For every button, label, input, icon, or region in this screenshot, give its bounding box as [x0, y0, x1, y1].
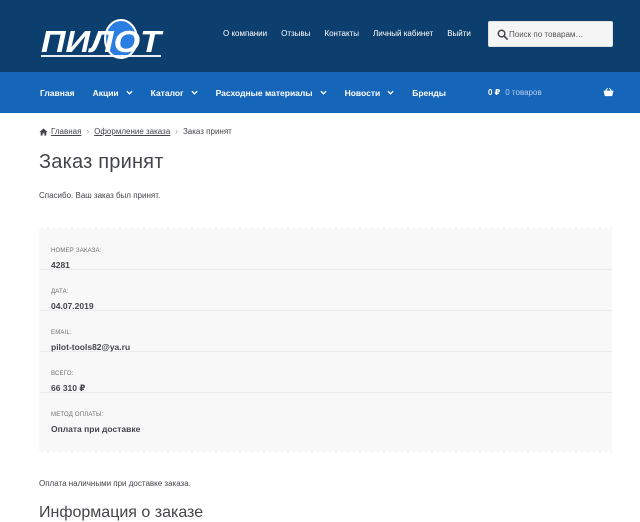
- nav-item-label: Акции: [92, 87, 119, 98]
- order-info-heading: Информация о заказе: [39, 504, 204, 521]
- top-nav-contacts[interactable]: Контакты: [317, 28, 366, 40]
- order-date-value: 04.07.2019: [51, 301, 94, 311]
- home-icon: [39, 127, 48, 136]
- main-nav: Главная Акции Каталог Расходные материал…: [0, 72, 640, 113]
- page-title: Заказ принят: [39, 151, 164, 173]
- order-total-label: Всего:: [51, 371, 74, 377]
- chevron-down-icon: [319, 90, 327, 95]
- cart-total: 0 ₽: [488, 88, 501, 97]
- top-nav-about[interactable]: О компании: [216, 28, 274, 40]
- top-nav-account[interactable]: Личный кабинет: [366, 28, 440, 40]
- zigzag-border: [39, 450, 612, 454]
- payment-note: Оплата наличными при доставке заказа.: [39, 479, 191, 488]
- nav-item-brands[interactable]: Бренды: [403, 72, 455, 113]
- order-overview: Номер заказа: 4281 Дата: 04.07.2019 Emai…: [39, 226, 612, 454]
- breadcrumb-separator: ›: [86, 127, 90, 136]
- search-input[interactable]: [509, 22, 609, 46]
- breadcrumb-separator: ›: [175, 127, 178, 136]
- nav-item-label: Новости: [344, 87, 381, 98]
- nav-item-label: Каталог: [150, 87, 184, 98]
- cart-count: 0 товаров: [505, 88, 542, 97]
- chevron-down-icon: [190, 90, 198, 95]
- nav-item-label: Бренды: [412, 87, 447, 98]
- breadcrumb-current: Заказ принят: [182, 127, 232, 136]
- order-thanks-message: Спасибо. Ваш заказ был принят.: [39, 191, 161, 200]
- chevron-down-icon: [387, 90, 394, 95]
- order-total-row: Всего: 66 310 ₽: [39, 352, 612, 393]
- order-number-value: 4281: [51, 260, 70, 270]
- pilot-logo[interactable]: ПИЛОТ: [38, 18, 166, 60]
- basket-icon[interactable]: [603, 87, 614, 97]
- order-email-row: Email: pilot-tools82@ya.ru: [39, 311, 612, 352]
- breadcrumb-home-link[interactable]: Главная: [51, 127, 81, 136]
- order-date-label: Дата:: [51, 289, 69, 295]
- search-box: [488, 21, 613, 47]
- top-nav: О компании Отзывы Контакты Личный кабине…: [216, 28, 478, 40]
- order-payment-value: Оплата при доставке: [51, 424, 141, 434]
- breadcrumb-checkout-link[interactable]: Оформление заказа: [94, 127, 170, 136]
- search-icon[interactable]: [497, 29, 508, 40]
- svg-text:ПИЛОТ: ПИЛОТ: [41, 24, 164, 59]
- order-payment-label: Метод оплаты:: [51, 412, 104, 418]
- order-payment-row: Метод оплаты: Оплата при доставке: [39, 393, 612, 434]
- nav-item-news[interactable]: Новости: [336, 72, 404, 113]
- nav-item-consumables[interactable]: Расходные материалы: [207, 72, 336, 113]
- order-number-label: Номер заказа:: [51, 248, 102, 254]
- cart-summary[interactable]: 0 ₽ 0 товаров: [488, 72, 614, 113]
- order-email-label: Email:: [51, 330, 72, 336]
- top-nav-reviews[interactable]: Отзывы: [274, 28, 317, 40]
- nav-item-promotions[interactable]: Акции: [84, 72, 142, 113]
- nav-item-home[interactable]: Главная: [31, 72, 84, 113]
- order-number-row: Номер заказа: 4281: [39, 229, 612, 270]
- top-nav-logout[interactable]: Выйти: [440, 28, 478, 40]
- order-email-value: pilot-tools82@ya.ru: [51, 342, 131, 352]
- chevron-down-icon: [126, 90, 133, 95]
- nav-item-catalog[interactable]: Каталог: [142, 72, 207, 113]
- nav-item-label: Расходные материалы: [215, 87, 313, 98]
- breadcrumb: Главная › Оформление заказа › Заказ прин…: [39, 127, 232, 136]
- nav-item-label: Главная: [40, 87, 75, 98]
- order-date-row: Дата: 04.07.2019: [39, 270, 612, 311]
- site-header: ПИЛОТ О компании Отзывы Контакты Личный …: [0, 0, 640, 72]
